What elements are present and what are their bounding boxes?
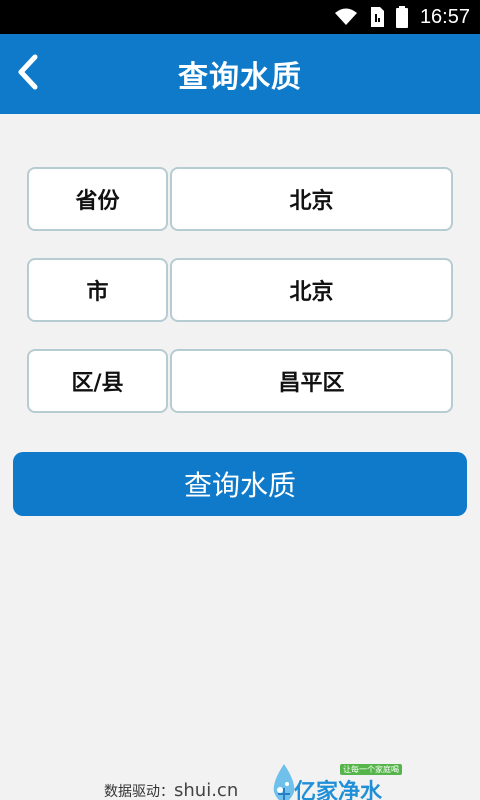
- province-label: 省份: [27, 167, 168, 231]
- brand-logo: 让每一个家庭喝 亿家净水: [270, 760, 410, 800]
- status-icons: 16:57: [334, 0, 470, 34]
- query-water-quality-button[interactable]: 查询水质: [13, 452, 467, 516]
- brand-name: 亿家净水: [294, 780, 383, 800]
- province-select[interactable]: 北京: [170, 167, 453, 231]
- province-row: 省份 北京: [27, 167, 453, 231]
- city-row: 市 北京: [27, 258, 453, 322]
- page-title: 查询水质: [178, 60, 302, 95]
- data-source-credit: 数据驱动：shui.cn: [104, 780, 238, 800]
- wifi-icon: [334, 7, 358, 27]
- district-row: 区/县 昌平区: [27, 349, 453, 413]
- battery-icon: [395, 6, 408, 28]
- city-select[interactable]: 北京: [170, 258, 453, 322]
- app-header: 查询水质: [0, 34, 480, 114]
- data-source-prefix: 数据驱动：: [104, 784, 174, 800]
- district-select[interactable]: 昌平区: [170, 349, 453, 413]
- status-bar: 16:57: [0, 0, 480, 34]
- status-time: 16:57: [419, 5, 470, 28]
- sim-icon: [368, 6, 386, 28]
- data-source-domain: shui.cn: [174, 780, 239, 800]
- city-label: 市: [27, 258, 168, 322]
- district-label: 区/县: [27, 349, 168, 413]
